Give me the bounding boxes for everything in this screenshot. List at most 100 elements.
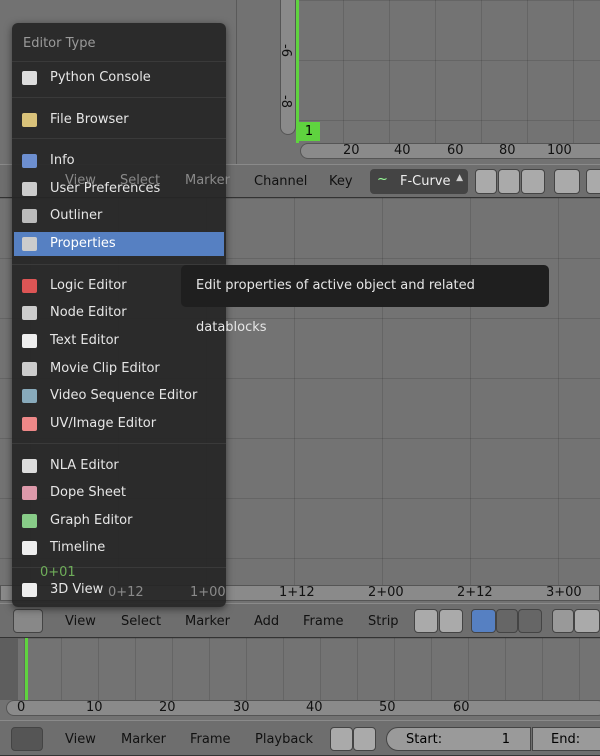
outliner-icon (22, 209, 37, 223)
info-icon (22, 154, 37, 168)
frame-tick: 20 (159, 700, 176, 715)
updown-icon: ▲ (456, 173, 463, 183)
time-tick: 3+00 (546, 585, 582, 600)
console-icon (22, 71, 37, 85)
node-icon (22, 306, 37, 320)
menu-separator (12, 443, 226, 444)
menu-add[interactable]: Add (254, 614, 279, 629)
frame-indicator: 1 (298, 122, 320, 141)
menu-separator (12, 97, 226, 98)
menu-select[interactable]: Select (121, 614, 161, 629)
time-tick: 1+12 (279, 585, 315, 600)
folder-icon (22, 113, 37, 127)
menu-marker[interactable]: Marker (121, 732, 166, 747)
menu-item-nla-editor[interactable]: NLA Editor (14, 454, 224, 478)
timeline-header: View Marker Frame Playback Start: 1 End: (0, 720, 600, 756)
nla-icon (22, 459, 37, 473)
logic-icon (22, 279, 37, 293)
menu-item-outliner[interactable]: Outliner (14, 204, 224, 228)
menu-item-info[interactable]: Info (14, 149, 224, 173)
graph-icon (22, 514, 37, 528)
paste-icon[interactable] (574, 609, 600, 633)
clock-icon[interactable] (330, 727, 353, 751)
dopesheet-icon (22, 486, 37, 500)
properties-icon (22, 237, 37, 251)
timeline-playhead[interactable] (25, 638, 28, 700)
clock-icon[interactable] (414, 609, 438, 633)
timeline-area[interactable] (18, 638, 600, 700)
copy-icon[interactable] (552, 609, 574, 633)
lock-icon[interactable] (439, 609, 463, 633)
sequencer-preview-icon[interactable] (518, 609, 542, 633)
frame-tick: 50 (379, 700, 396, 715)
time-tick: 0+12 (108, 585, 144, 600)
time-tick: 1+00 (190, 585, 226, 600)
menu-view[interactable]: View (65, 173, 96, 188)
menu-item-video-sequence-editor[interactable]: Video Sequence Editor (14, 384, 224, 408)
image-icon (22, 417, 37, 431)
lock-icon[interactable] (353, 727, 376, 751)
menu-key[interactable]: Key (329, 174, 353, 189)
preview-icon[interactable] (496, 609, 518, 633)
preferences-icon (22, 182, 37, 196)
menu-channel[interactable]: Channel (254, 174, 307, 189)
menu-view[interactable]: View (65, 614, 96, 629)
x-tick: 80 (499, 143, 516, 158)
frame-tick: 0 (17, 700, 26, 715)
menu-select[interactable]: Select (120, 173, 160, 188)
cursor-icon[interactable] (475, 169, 497, 194)
frame-tick: 30 (233, 700, 250, 715)
menu-separator (12, 138, 226, 139)
menu-playback[interactable]: Playback (255, 732, 313, 747)
extra-button[interactable] (586, 169, 600, 194)
x-tick: 20 (343, 143, 360, 158)
menu-item-dope-sheet[interactable]: Dope Sheet (14, 481, 224, 505)
time-tick: 0+01 (40, 565, 76, 580)
editor-type-menu: Editor Type Python Console File Browser In… (12, 23, 226, 607)
menu-item-text-editor[interactable]: Text Editor (14, 329, 224, 353)
frame-tick: 10 (86, 700, 103, 715)
menu-item-timeline[interactable]: Timeline (14, 536, 224, 560)
time-tick: 2+12 (457, 585, 493, 600)
clip-icon (22, 362, 37, 376)
mode-dropdown[interactable]: ~ F-Curve ▲ (370, 169, 468, 194)
graph-area[interactable] (297, 0, 600, 143)
menu-frame[interactable]: Frame (303, 614, 344, 629)
lifebuoy-icon[interactable] (521, 169, 545, 194)
menu-marker[interactable]: Marker (185, 614, 230, 629)
timeline-icon (22, 541, 37, 555)
menu-item-graph-editor[interactable]: Graph Editor (14, 509, 224, 533)
zoom-icon[interactable] (554, 169, 580, 194)
end-frame-field[interactable]: End: (532, 727, 600, 751)
ghost-icon[interactable] (498, 169, 520, 194)
cube-icon (22, 583, 37, 597)
x-tick: 60 (447, 143, 464, 158)
x-tick: 40 (394, 143, 411, 158)
time-tick: 2+00 (368, 585, 404, 600)
tooltip: Edit properties of active object and rel… (181, 265, 549, 335)
menu-item-movie-clip-editor[interactable]: Movie Clip Editor (14, 357, 224, 381)
menu-item-uv-image-editor[interactable]: UV/Image Editor (14, 412, 224, 436)
editor-type-button[interactable] (11, 727, 43, 751)
frame-tick: 60 (453, 700, 470, 715)
editor-type-button[interactable] (13, 609, 43, 633)
sequencer-header: View Select Marker Add Frame Strip (0, 603, 600, 638)
text-icon (22, 334, 37, 348)
menu-frame[interactable]: Frame (190, 732, 231, 747)
menu-marker[interactable]: Marker (185, 173, 230, 188)
y-scrollbar[interactable] (280, 0, 296, 135)
menu-item-file-browser[interactable]: File Browser (14, 108, 224, 132)
menu-title: Editor Type (23, 36, 96, 51)
y-tick: -8 (277, 95, 293, 108)
sequence-icon (22, 389, 37, 403)
menu-view[interactable]: View (65, 732, 96, 747)
fcurve-icon: ~ (377, 172, 388, 187)
menu-item-python-console[interactable]: Python Console (14, 66, 224, 90)
y-tick: -6 (277, 44, 293, 57)
x-tick: 100 (547, 143, 572, 158)
menu-strip[interactable]: Strip (368, 614, 399, 629)
frame-tick: 40 (306, 700, 323, 715)
sequencer-view-icon[interactable] (471, 609, 496, 633)
menu-item-properties[interactable]: Properties (14, 232, 224, 256)
start-frame-field[interactable]: Start: 1 (386, 727, 531, 751)
